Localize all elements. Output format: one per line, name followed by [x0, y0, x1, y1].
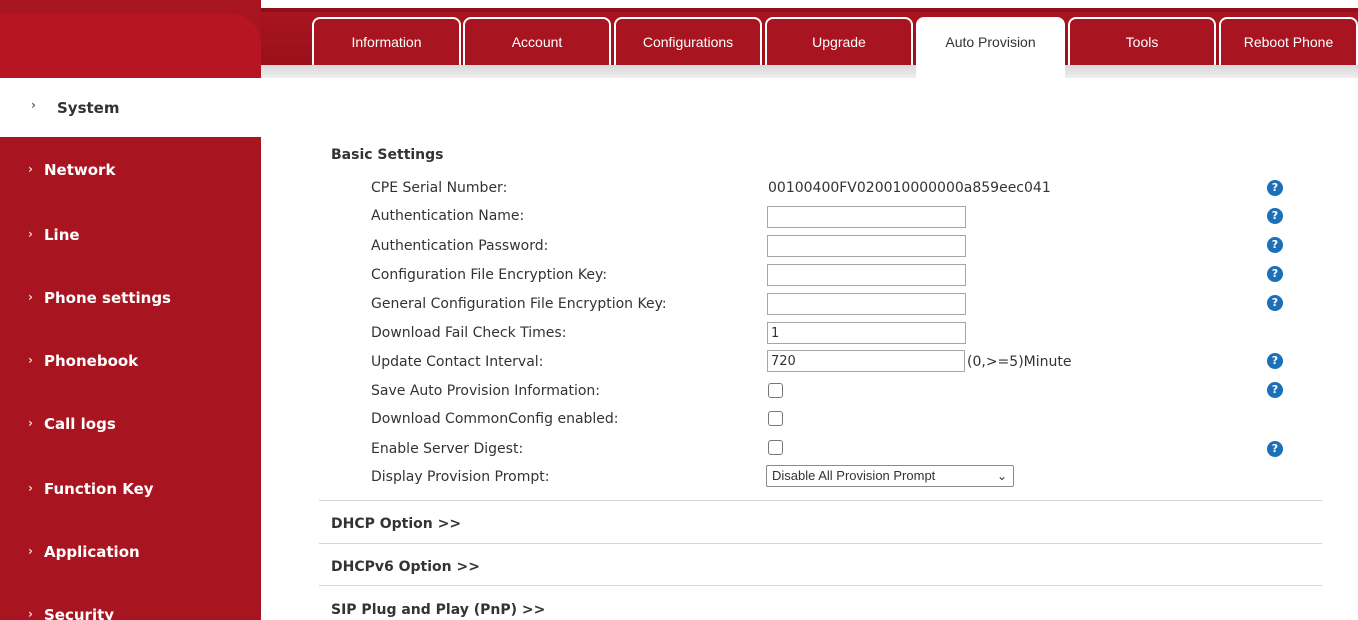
section-dhcp-option[interactable]: DHCP Option >> [331, 516, 461, 532]
provision-prompt-label: Display Provision Prompt: [371, 469, 550, 485]
divider [319, 543, 1322, 544]
sidebar-item-label: Application [44, 543, 140, 561]
sidebar-item-label: Line [44, 226, 80, 244]
sidebar-item-system[interactable]: › System [0, 78, 261, 137]
sidebar-item-label: Security [44, 606, 115, 620]
tab-upgrade[interactable]: Upgrade [765, 17, 913, 65]
auth-password-input[interactable] [767, 235, 966, 257]
sidebar-item-phonebook[interactable]: › Phonebook [0, 343, 261, 383]
sidebar: › System › Network › Line › Phone settin… [0, 0, 261, 620]
tab-configurations[interactable]: Configurations [614, 17, 762, 65]
sidebar-item-label: Phone settings [44, 289, 171, 307]
auth-name-label: Authentication Name: [371, 208, 525, 224]
config-key-input[interactable] [767, 264, 966, 286]
chevron-right-icon: › [28, 607, 33, 620]
tab-tools[interactable]: Tools [1068, 17, 1216, 65]
help-icon[interactable]: ? [1267, 237, 1283, 253]
server-digest-label: Enable Server Digest: [371, 441, 524, 457]
chevron-right-icon: › [28, 353, 33, 367]
chevron-right-icon: › [28, 416, 33, 430]
sidebar-header [0, 14, 261, 78]
sidebar-item-call-logs[interactable]: › Call logs [0, 406, 261, 446]
section-title-basic-settings: Basic Settings [331, 147, 444, 163]
general-config-key-label: General Configuration File Encryption Ke… [371, 296, 667, 312]
help-icon[interactable]: ? [1267, 180, 1283, 196]
chevron-right-icon: › [28, 481, 33, 495]
divider [319, 500, 1322, 501]
sidebar-item-label: Phonebook [44, 352, 139, 370]
provision-prompt-selected: Disable All Provision Prompt [772, 468, 936, 483]
chevron-right-icon: › [28, 290, 33, 304]
sidebar-item-line[interactable]: › Line [0, 217, 261, 257]
chevron-down-icon: ⌄ [996, 469, 1007, 483]
provision-prompt-select[interactable]: Disable All Provision Prompt ⌄ [766, 465, 1014, 487]
chevron-right-icon: › [28, 162, 33, 176]
chevron-right-icon: › [31, 98, 36, 112]
sidebar-item-application[interactable]: › Application [0, 534, 261, 574]
sidebar-item-function-key[interactable]: › Function Key [0, 471, 261, 511]
fail-check-input[interactable] [767, 322, 966, 344]
help-icon[interactable]: ? [1267, 208, 1283, 224]
auth-password-label: Authentication Password: [371, 238, 549, 254]
sidebar-item-label: Call logs [44, 415, 116, 433]
chevron-right-icon: › [28, 544, 33, 558]
tab-account[interactable]: Account [463, 17, 611, 65]
help-icon[interactable]: ? [1267, 295, 1283, 311]
help-icon[interactable]: ? [1267, 353, 1283, 369]
help-icon[interactable]: ? [1267, 382, 1283, 398]
section-dhcpv6-option[interactable]: DHCPv6 Option >> [331, 559, 480, 575]
update-interval-label: Update Contact Interval: [371, 354, 544, 370]
topbar-shadow [261, 65, 1358, 78]
save-info-label: Save Auto Provision Information: [371, 383, 600, 399]
chevron-right-icon: › [28, 227, 33, 241]
common-config-label: Download CommonConfig enabled: [371, 411, 619, 427]
fail-check-label: Download Fail Check Times: [371, 325, 567, 341]
divider [319, 585, 1322, 586]
help-icon[interactable]: ? [1267, 441, 1283, 457]
config-key-label: Configuration File Encryption Key: [371, 267, 607, 283]
cpe-serial-label: CPE Serial Number: [371, 180, 508, 196]
general-config-key-input[interactable] [767, 293, 966, 315]
save-info-checkbox[interactable] [768, 383, 783, 398]
auth-name-input[interactable] [767, 206, 966, 228]
tab-reboot-phone[interactable]: Reboot Phone [1219, 17, 1358, 65]
update-interval-input[interactable] [767, 350, 965, 372]
help-icon[interactable]: ? [1267, 266, 1283, 282]
sidebar-item-label: Function Key [44, 480, 154, 498]
sidebar-item-security[interactable]: › Security [0, 597, 261, 620]
tab-auto-provision[interactable]: Auto Provision [916, 17, 1065, 78]
common-config-checkbox[interactable] [768, 411, 783, 426]
cpe-serial-value: 00100400FV020010000000a859eec041 [768, 180, 1051, 196]
sidebar-item-network[interactable]: › Network [0, 152, 261, 192]
sidebar-item-label: System [57, 99, 120, 117]
sidebar-item-label: Network [44, 161, 116, 179]
tab-information[interactable]: Information [312, 17, 461, 65]
sidebar-item-phone-settings[interactable]: › Phone settings [0, 280, 261, 320]
section-sip-pnp[interactable]: SIP Plug and Play (PnP) >> [331, 602, 545, 618]
update-interval-unit: (0,>=5)Minute [967, 354, 1072, 370]
server-digest-checkbox[interactable] [768, 440, 783, 455]
